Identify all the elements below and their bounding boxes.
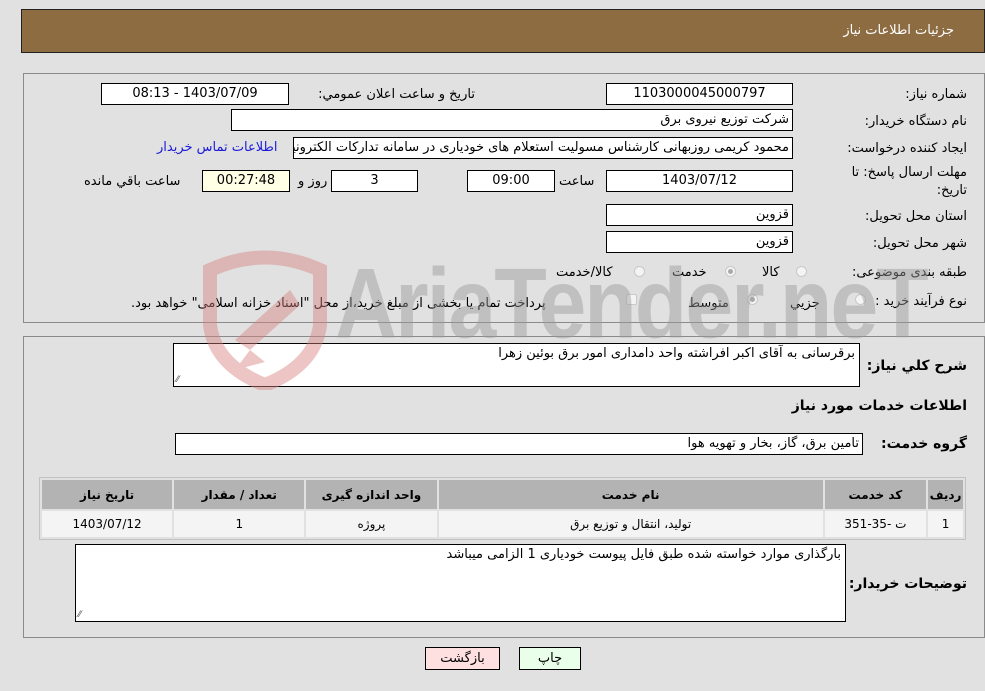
col-header-quantity: تعداد / مقدار — [174, 480, 305, 509]
category-option-goods: کالا — [762, 265, 780, 280]
process-radio-medium[interactable] — [747, 294, 758, 305]
remaining-time-field: 00:27:48 — [202, 170, 290, 192]
buyer-notes-label: توضیحات خریدار: — [848, 576, 967, 592]
col-header-need-date: تاریخ نیاز — [42, 480, 173, 509]
cell-quantity: 1 — [174, 511, 305, 537]
services-table: ردیف کد خدمت نام خدمت واحد اندازه گیری ت… — [39, 477, 966, 540]
page-title: جزئیات اطلاعات نیاز — [843, 23, 954, 38]
category-option-goods-service: کالا/خدمت — [556, 265, 613, 280]
category-radio-goods-service[interactable] — [634, 266, 645, 277]
province-label: استان محل تحویل: — [865, 209, 967, 224]
category-radio-goods[interactable] — [796, 266, 807, 277]
announce-label: تاریخ و ساعت اعلان عمومي: — [318, 87, 475, 102]
col-header-row-number: ردیف — [928, 480, 963, 509]
resize-grip-icon[interactable]: ⁄⁄ — [176, 375, 179, 385]
cell-need-date: 1403/07/12 — [42, 511, 173, 537]
description-label: شرح کلي نیاز: — [866, 358, 967, 374]
province-field[interactable]: قزوین — [606, 204, 793, 226]
resize-grip-icon[interactable]: ⁄⁄ — [78, 610, 81, 620]
creator-label: ایجاد کننده درخواست: — [847, 141, 967, 156]
service-group-label: گروه خدمت: — [881, 436, 967, 452]
days-field[interactable]: 3 — [331, 170, 418, 192]
need-number-field[interactable]: 1103000045000797 — [606, 83, 793, 105]
announce-datetime-field[interactable]: 1403/07/09 - 08:13 — [101, 83, 289, 105]
process-label: نوع فرآیند خرید : — [875, 294, 967, 309]
days-label: روز و — [298, 174, 328, 189]
buyer-notes-text: بارگذاری موارد خواسته شده طبق فایل پیوست… — [446, 547, 841, 562]
col-header-service-code: کد خدمت — [824, 480, 927, 509]
treasury-checkbox[interactable] — [626, 294, 637, 305]
process-option-medium: متوسط — [688, 296, 729, 311]
print-button[interactable]: چاپ — [519, 647, 581, 670]
city-label: شهر محل تحویل: — [872, 236, 967, 251]
cell-unit: پروژه — [306, 511, 437, 537]
buyer-contact-link[interactable]: اطلاعات تماس خریدار — [157, 140, 277, 155]
city-field[interactable]: قزوین — [606, 231, 793, 253]
process-option-minor: جزيي — [790, 296, 820, 311]
cell-row-number: 1 — [928, 511, 963, 537]
back-button[interactable]: بازگشت — [425, 647, 500, 670]
description-textarea[interactable]: برقرسانی به آقای اکبر افراشته واحد دامدا… — [173, 343, 860, 387]
deadline-time-field[interactable]: 09:00 — [467, 170, 555, 192]
table-header-row: ردیف کد خدمت نام خدمت واحد اندازه گیری ت… — [42, 480, 963, 509]
buyer-org-label: نام دستگاه خریدار: — [864, 114, 967, 129]
category-radio-service[interactable] — [725, 266, 736, 277]
service-group-field[interactable]: تامین برق، گاز، بخار و تهویه هوا — [175, 433, 863, 455]
description-text: برقرسانی به آقای اکبر افراشته واحد دامدا… — [498, 346, 855, 361]
deadline-label: مهلت ارسال پاسخ: تا — [851, 165, 967, 180]
deadline-label-date: تاریخ: — [936, 183, 967, 198]
remaining-time-label: ساعت باقي مانده — [84, 174, 181, 189]
need-number-label: شماره نیاز: — [905, 87, 967, 102]
buyer-notes-textarea[interactable]: بارگذاری موارد خواسته شده طبق فایل پیوست… — [75, 544, 846, 622]
category-option-service: خدمت — [672, 265, 707, 280]
col-header-service-name: نام خدمت — [438, 480, 823, 509]
cell-service-name: تولید، انتقال و توزیع برق — [438, 511, 823, 537]
buyer-org-field[interactable]: شرکت توزیع نیروی برق — [231, 109, 793, 131]
deadline-time-label: ساعت — [559, 174, 595, 189]
col-header-unit: واحد اندازه گیری — [306, 480, 437, 509]
services-heading: اطلاعات خدمات مورد نیاز — [791, 398, 967, 414]
deadline-date-field[interactable]: 1403/07/12 — [606, 170, 793, 192]
treasury-checkbox-label: پرداخت تمام یا بخشی از مبلغ خرید،از محل … — [131, 296, 546, 311]
table-row: 1 ت -35-351 تولید، انتقال و توزیع برق پر… — [42, 511, 963, 537]
page-header: جزئیات اطلاعات نیاز — [21, 9, 985, 53]
process-radio-minor[interactable] — [855, 294, 866, 305]
category-label: طبقه بندی موضوعی: — [851, 265, 967, 280]
cell-service-code: ت -35-351 — [824, 511, 927, 537]
creator-field[interactable]: محمود کریمی روزبهانی کارشناس مسولیت استع… — [293, 137, 793, 159]
